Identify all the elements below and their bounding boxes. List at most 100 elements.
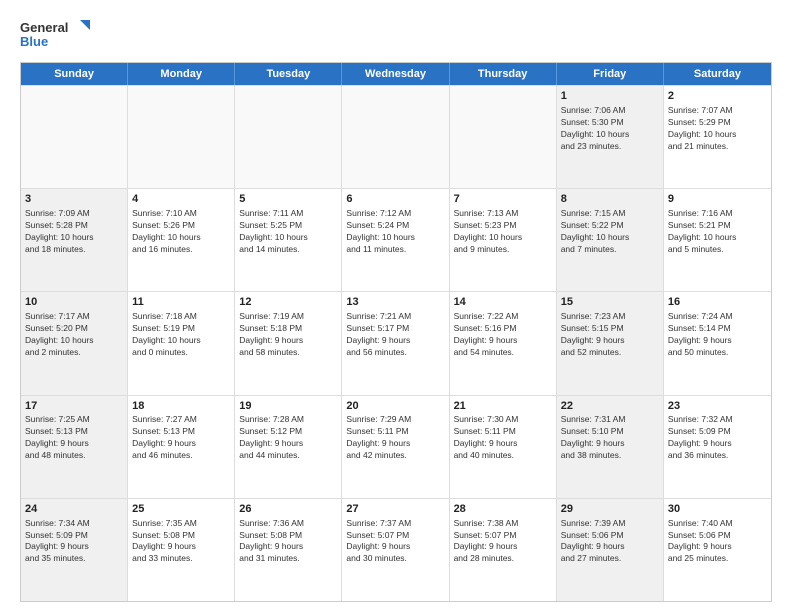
day-cell-19: 19Sunrise: 7:28 AM Sunset: 5:12 PM Dayli… — [235, 396, 342, 498]
day-info: Sunrise: 7:15 AM Sunset: 5:22 PM Dayligh… — [561, 208, 659, 256]
day-info: Sunrise: 7:22 AM Sunset: 5:16 PM Dayligh… — [454, 311, 552, 359]
weekday-header-saturday: Saturday — [664, 63, 771, 85]
day-info: Sunrise: 7:10 AM Sunset: 5:26 PM Dayligh… — [132, 208, 230, 256]
day-info: Sunrise: 7:23 AM Sunset: 5:15 PM Dayligh… — [561, 311, 659, 359]
day-cell-22: 22Sunrise: 7:31 AM Sunset: 5:10 PM Dayli… — [557, 396, 664, 498]
day-number: 26 — [239, 502, 337, 517]
day-number: 13 — [346, 295, 444, 310]
day-info: Sunrise: 7:37 AM Sunset: 5:07 PM Dayligh… — [346, 518, 444, 566]
day-cell-3: 3Sunrise: 7:09 AM Sunset: 5:28 PM Daylig… — [21, 189, 128, 291]
calendar-row-2: 10Sunrise: 7:17 AM Sunset: 5:20 PM Dayli… — [21, 291, 771, 394]
day-info: Sunrise: 7:35 AM Sunset: 5:08 PM Dayligh… — [132, 518, 230, 566]
day-number: 8 — [561, 192, 659, 207]
day-cell-5: 5Sunrise: 7:11 AM Sunset: 5:25 PM Daylig… — [235, 189, 342, 291]
empty-cell-0-1 — [128, 86, 235, 188]
day-number: 21 — [454, 399, 552, 414]
day-number: 30 — [668, 502, 767, 517]
logo-svg: General Blue — [20, 16, 90, 52]
day-number: 18 — [132, 399, 230, 414]
day-cell-2: 2Sunrise: 7:07 AM Sunset: 5:29 PM Daylig… — [664, 86, 771, 188]
day-number: 6 — [346, 192, 444, 207]
day-info: Sunrise: 7:16 AM Sunset: 5:21 PM Dayligh… — [668, 208, 767, 256]
day-info: Sunrise: 7:34 AM Sunset: 5:09 PM Dayligh… — [25, 518, 123, 566]
weekday-header-tuesday: Tuesday — [235, 63, 342, 85]
day-cell-26: 26Sunrise: 7:36 AM Sunset: 5:08 PM Dayli… — [235, 499, 342, 601]
empty-cell-0-2 — [235, 86, 342, 188]
day-info: Sunrise: 7:31 AM Sunset: 5:10 PM Dayligh… — [561, 414, 659, 462]
day-cell-23: 23Sunrise: 7:32 AM Sunset: 5:09 PM Dayli… — [664, 396, 771, 498]
day-info: Sunrise: 7:27 AM Sunset: 5:13 PM Dayligh… — [132, 414, 230, 462]
day-number: 5 — [239, 192, 337, 207]
weekday-header-monday: Monday — [128, 63, 235, 85]
day-number: 16 — [668, 295, 767, 310]
weekday-header-friday: Friday — [557, 63, 664, 85]
day-cell-15: 15Sunrise: 7:23 AM Sunset: 5:15 PM Dayli… — [557, 292, 664, 394]
day-number: 23 — [668, 399, 767, 414]
weekday-header-wednesday: Wednesday — [342, 63, 449, 85]
day-info: Sunrise: 7:07 AM Sunset: 5:29 PM Dayligh… — [668, 105, 767, 153]
day-cell-8: 8Sunrise: 7:15 AM Sunset: 5:22 PM Daylig… — [557, 189, 664, 291]
logo: General Blue — [20, 16, 90, 52]
day-cell-28: 28Sunrise: 7:38 AM Sunset: 5:07 PM Dayli… — [450, 499, 557, 601]
day-number: 1 — [561, 89, 659, 104]
day-info: Sunrise: 7:12 AM Sunset: 5:24 PM Dayligh… — [346, 208, 444, 256]
day-info: Sunrise: 7:28 AM Sunset: 5:12 PM Dayligh… — [239, 414, 337, 462]
day-cell-29: 29Sunrise: 7:39 AM Sunset: 5:06 PM Dayli… — [557, 499, 664, 601]
calendar-row-1: 3Sunrise: 7:09 AM Sunset: 5:28 PM Daylig… — [21, 188, 771, 291]
day-cell-30: 30Sunrise: 7:40 AM Sunset: 5:06 PM Dayli… — [664, 499, 771, 601]
day-cell-27: 27Sunrise: 7:37 AM Sunset: 5:07 PM Dayli… — [342, 499, 449, 601]
day-info: Sunrise: 7:18 AM Sunset: 5:19 PM Dayligh… — [132, 311, 230, 359]
weekday-header-thursday: Thursday — [450, 63, 557, 85]
day-number: 11 — [132, 295, 230, 310]
day-number: 25 — [132, 502, 230, 517]
day-cell-21: 21Sunrise: 7:30 AM Sunset: 5:11 PM Dayli… — [450, 396, 557, 498]
day-number: 4 — [132, 192, 230, 207]
day-info: Sunrise: 7:19 AM Sunset: 5:18 PM Dayligh… — [239, 311, 337, 359]
day-number: 22 — [561, 399, 659, 414]
day-cell-13: 13Sunrise: 7:21 AM Sunset: 5:17 PM Dayli… — [342, 292, 449, 394]
calendar-row-4: 24Sunrise: 7:34 AM Sunset: 5:09 PM Dayli… — [21, 498, 771, 601]
day-cell-24: 24Sunrise: 7:34 AM Sunset: 5:09 PM Dayli… — [21, 499, 128, 601]
svg-text:Blue: Blue — [20, 34, 48, 49]
day-cell-10: 10Sunrise: 7:17 AM Sunset: 5:20 PM Dayli… — [21, 292, 128, 394]
day-number: 19 — [239, 399, 337, 414]
day-info: Sunrise: 7:29 AM Sunset: 5:11 PM Dayligh… — [346, 414, 444, 462]
day-cell-12: 12Sunrise: 7:19 AM Sunset: 5:18 PM Dayli… — [235, 292, 342, 394]
day-number: 24 — [25, 502, 123, 517]
day-cell-16: 16Sunrise: 7:24 AM Sunset: 5:14 PM Dayli… — [664, 292, 771, 394]
day-cell-1: 1Sunrise: 7:06 AM Sunset: 5:30 PM Daylig… — [557, 86, 664, 188]
day-info: Sunrise: 7:13 AM Sunset: 5:23 PM Dayligh… — [454, 208, 552, 256]
day-info: Sunrise: 7:36 AM Sunset: 5:08 PM Dayligh… — [239, 518, 337, 566]
weekday-header-sunday: Sunday — [21, 63, 128, 85]
day-number: 14 — [454, 295, 552, 310]
day-number: 10 — [25, 295, 123, 310]
day-info: Sunrise: 7:06 AM Sunset: 5:30 PM Dayligh… — [561, 105, 659, 153]
calendar-header: SundayMondayTuesdayWednesdayThursdayFrid… — [21, 63, 771, 85]
day-cell-6: 6Sunrise: 7:12 AM Sunset: 5:24 PM Daylig… — [342, 189, 449, 291]
day-number: 7 — [454, 192, 552, 207]
day-info: Sunrise: 7:09 AM Sunset: 5:28 PM Dayligh… — [25, 208, 123, 256]
day-info: Sunrise: 7:11 AM Sunset: 5:25 PM Dayligh… — [239, 208, 337, 256]
day-info: Sunrise: 7:40 AM Sunset: 5:06 PM Dayligh… — [668, 518, 767, 566]
day-number: 28 — [454, 502, 552, 517]
empty-cell-0-3 — [342, 86, 449, 188]
svg-text:General: General — [20, 20, 68, 35]
empty-cell-0-0 — [21, 86, 128, 188]
day-info: Sunrise: 7:32 AM Sunset: 5:09 PM Dayligh… — [668, 414, 767, 462]
day-info: Sunrise: 7:24 AM Sunset: 5:14 PM Dayligh… — [668, 311, 767, 359]
day-info: Sunrise: 7:21 AM Sunset: 5:17 PM Dayligh… — [346, 311, 444, 359]
day-number: 29 — [561, 502, 659, 517]
day-number: 27 — [346, 502, 444, 517]
day-cell-25: 25Sunrise: 7:35 AM Sunset: 5:08 PM Dayli… — [128, 499, 235, 601]
day-number: 3 — [25, 192, 123, 207]
day-number: 2 — [668, 89, 767, 104]
day-number: 20 — [346, 399, 444, 414]
day-number: 9 — [668, 192, 767, 207]
calendar-row-3: 17Sunrise: 7:25 AM Sunset: 5:13 PM Dayli… — [21, 395, 771, 498]
day-info: Sunrise: 7:25 AM Sunset: 5:13 PM Dayligh… — [25, 414, 123, 462]
day-cell-17: 17Sunrise: 7:25 AM Sunset: 5:13 PM Dayli… — [21, 396, 128, 498]
day-cell-14: 14Sunrise: 7:22 AM Sunset: 5:16 PM Dayli… — [450, 292, 557, 394]
calendar-row-0: 1Sunrise: 7:06 AM Sunset: 5:30 PM Daylig… — [21, 85, 771, 188]
calendar: SundayMondayTuesdayWednesdayThursdayFrid… — [20, 62, 772, 602]
day-info: Sunrise: 7:17 AM Sunset: 5:20 PM Dayligh… — [25, 311, 123, 359]
